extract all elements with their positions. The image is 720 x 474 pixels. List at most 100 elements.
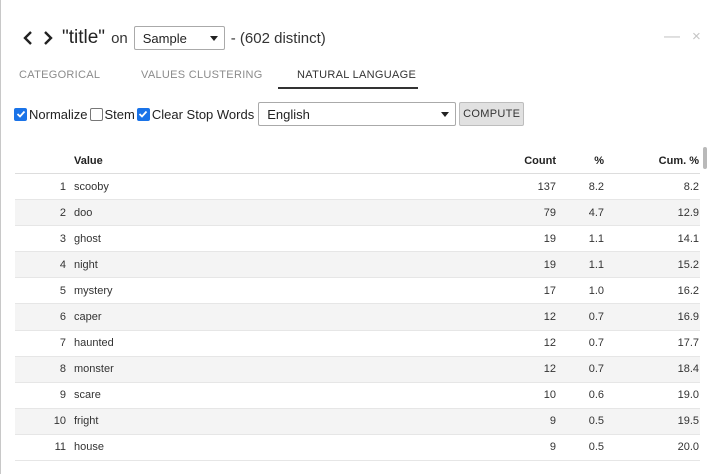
table-row[interactable]: 6 caper 12 0.7 16.9 — [15, 304, 700, 331]
row-value: fright — [74, 415, 99, 428]
row-count: 12 — [543, 311, 556, 324]
distinct-count: - (602 distinct) — [230, 29, 326, 47]
row-cumulative-percent: 8.2 — [683, 180, 699, 193]
row-cumulative-percent: 19.0 — [677, 389, 699, 402]
row-index: 3 — [59, 232, 66, 245]
on-label: on — [111, 29, 128, 47]
row-index: 11 — [54, 441, 66, 454]
chevron-left-icon — [23, 31, 32, 45]
stem-checkbox[interactable] — [89, 107, 103, 121]
row-index: 6 — [59, 311, 66, 324]
clear-stop-words-checkbox[interactable] — [136, 107, 150, 121]
row-value: caper — [74, 311, 102, 324]
row-percent: 0.6 — [588, 389, 604, 402]
row-value: mystery — [74, 284, 113, 297]
row-percent: 0.7 — [588, 363, 604, 376]
column-title: "title" — [62, 27, 106, 48]
row-count: 79 — [543, 206, 556, 219]
row-percent: 8.2 — [588, 180, 604, 193]
row-cumulative-percent: 19.5 — [677, 415, 699, 428]
row-count: 10 — [543, 389, 556, 402]
next-column-button[interactable] — [38, 27, 58, 49]
dialog-header: "title" on Sample - (602 distinct) — [18, 26, 326, 50]
row-index: 7 — [59, 337, 66, 350]
row-count: 17 — [543, 284, 556, 297]
nl-controls: Normalize Stem Clear Stop Words English … — [14, 102, 525, 126]
checkmark-icon — [139, 110, 148, 118]
row-percent: 0.5 — [588, 441, 604, 454]
previous-column-button[interactable] — [18, 27, 38, 49]
row-cumulative-percent: 20.0 — [677, 441, 699, 454]
row-percent: 4.7 — [588, 206, 604, 219]
language-select-value: English — [267, 106, 310, 122]
table-row[interactable]: 2 doo 79 4.7 12.9 — [15, 200, 700, 227]
analysis-tabs: CATEGORICAL VALUES CLUSTERING NATURAL LA… — [0, 64, 720, 89]
header-cumulative-percent[interactable]: Cum. % — [615, 148, 699, 173]
row-index: 8 — [59, 363, 66, 376]
row-index: 10 — [53, 415, 66, 428]
language-select[interactable]: English — [258, 102, 457, 126]
row-cumulative-percent: 18.4 — [677, 363, 699, 376]
normalize-label: Normalize — [29, 106, 88, 122]
table-row[interactable]: 1 scooby 137 8.2 8.2 — [15, 174, 700, 201]
dropdown-caret-icon — [209, 36, 218, 41]
row-index: 2 — [59, 206, 66, 219]
row-count: 9 — [549, 441, 556, 454]
row-count: 9 — [549, 415, 556, 428]
row-value: scooby — [74, 180, 109, 193]
row-value: monster — [74, 363, 114, 376]
row-cumulative-percent: 16.9 — [677, 311, 699, 324]
table-row[interactable]: 9 scare 10 0.6 19.0 — [15, 383, 700, 409]
checkmark-icon — [16, 110, 25, 118]
close-button[interactable]: × — [692, 28, 701, 46]
row-percent: 0.5 — [588, 415, 604, 428]
row-count: 19 — [543, 258, 556, 271]
row-value: scare — [74, 389, 101, 402]
word-frequency-table: Value Count % Cum. % 1 scooby 137 8.2 8.2 2 do… — [15, 148, 700, 462]
row-index: 9 — [59, 389, 66, 402]
table-scrollbar[interactable] — [703, 147, 707, 169]
row-index: 1 — [59, 180, 66, 193]
tab-natural-language[interactable]: NATURAL LANGUAGE — [297, 69, 416, 81]
minimize-button[interactable]: — — [664, 28, 680, 46]
row-count: 12 — [543, 337, 556, 350]
table-row[interactable]: 4 night 19 1.1 15.2 — [15, 252, 700, 279]
row-index: 4 — [59, 258, 66, 271]
row-percent: 0.7 — [588, 337, 604, 350]
row-cumulative-percent: 17.7 — [677, 337, 699, 350]
row-percent: 1.1 — [588, 258, 604, 271]
row-value: house — [74, 441, 104, 454]
tab-values-clustering[interactable]: VALUES CLUSTERING — [141, 69, 263, 81]
table-body: 1 scooby 137 8.2 8.2 2 doo 79 4.7 12.9 3 ghost 19 1.1… — [15, 174, 700, 462]
header-value[interactable]: Value — [74, 148, 103, 173]
header-percent[interactable]: % — [560, 148, 604, 173]
row-count: 19 — [543, 232, 556, 245]
table-row[interactable]: 5 mystery 17 1.0 16.2 — [15, 278, 700, 305]
row-percent: 1.1 — [588, 232, 604, 245]
row-cumulative-percent: 14.1 — [677, 232, 699, 245]
chevron-right-icon — [44, 31, 53, 45]
header-count[interactable]: Count — [475, 148, 556, 173]
table-row[interactable]: 10 fright 9 0.5 19.5 — [15, 408, 700, 435]
row-cumulative-percent: 16.2 — [677, 284, 699, 297]
normalize-checkbox[interactable] — [14, 107, 27, 121]
row-count: 12 — [543, 363, 556, 376]
tab-categorical[interactable]: CATEGORICAL — [19, 69, 100, 81]
row-cumulative-percent: 12.9 — [677, 206, 699, 219]
clear-stop-words-label: Clear Stop Words — [151, 106, 255, 122]
table-row[interactable]: 8 monster 12 0.7 18.4 — [15, 356, 700, 383]
table-row[interactable]: 11 house 9 0.5 20.0 — [15, 435, 700, 462]
sample-select-value: Sample — [142, 30, 187, 46]
row-count: 137 — [537, 180, 556, 193]
row-value: doo — [74, 206, 93, 219]
compute-button[interactable]: COMPUTE — [459, 102, 525, 126]
table-row[interactable]: 7 haunted 12 0.7 17.7 — [15, 331, 700, 357]
stem-label: Stem — [104, 106, 135, 122]
row-value: haunted — [74, 337, 114, 350]
row-percent: 1.0 — [588, 284, 604, 297]
sample-select[interactable]: Sample — [133, 26, 225, 50]
row-cumulative-percent: 15.2 — [677, 258, 699, 271]
table-row[interactable]: 3 ghost 19 1.1 14.1 — [15, 226, 700, 253]
table-header: Value Count % Cum. % — [15, 148, 700, 174]
row-value: night — [74, 258, 98, 271]
